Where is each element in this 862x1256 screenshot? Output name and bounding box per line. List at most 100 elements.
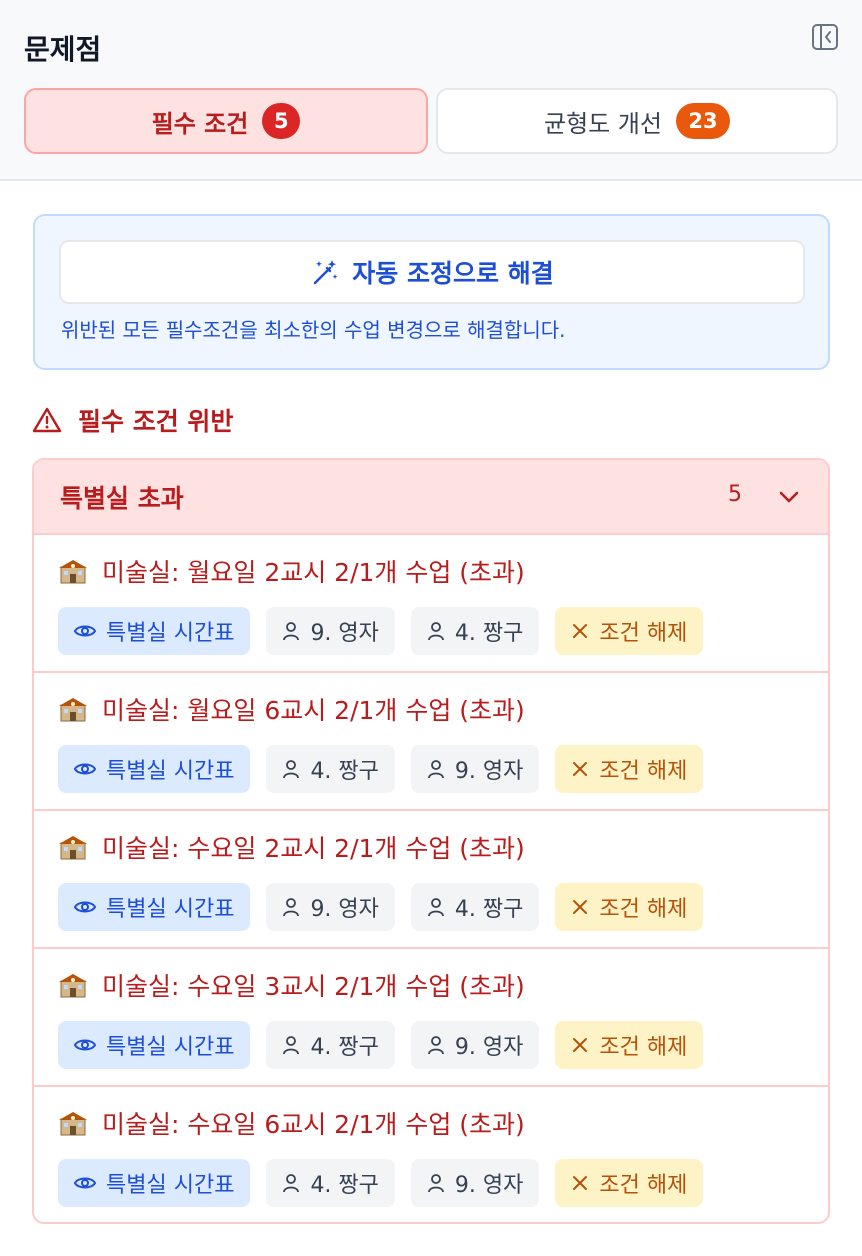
chip-label: 9. 영자 xyxy=(310,897,379,922)
tab-required-conditions[interactable]: 필수 조건 5 xyxy=(24,88,428,154)
view-room-timetable-button[interactable]: 특별실 시간표 xyxy=(58,607,251,655)
eye-icon xyxy=(74,1039,96,1051)
chip-label: 조건 해제 xyxy=(599,621,688,646)
release-condition-button[interactable]: 조건 해제 xyxy=(555,1159,704,1207)
chip-label: 조건 해제 xyxy=(599,759,688,784)
violation-title-text: 미술실: 수요일 6교시 2/1개 수업 (초과) xyxy=(102,1110,525,1139)
violation-group-header[interactable]: 특별실 초과 5 xyxy=(34,460,828,535)
release-condition-button[interactable]: 조건 해제 xyxy=(555,883,704,931)
violation-row: 미술실: 수요일 6교시 2/1개 수업 (초과) 특별실 시간표 4. 짱구 … xyxy=(34,1087,828,1222)
chip-label: 특별실 시간표 xyxy=(106,621,235,646)
collapse-panel-button[interactable] xyxy=(810,22,840,52)
close-icon xyxy=(573,900,588,914)
person-icon xyxy=(428,622,444,641)
chip-label: 9. 영자 xyxy=(454,1173,524,1198)
auto-fix-description: 위반된 모든 필수조건을 최소한의 수업 변경으로 해결합니다. xyxy=(61,318,566,342)
violation-title-text: 미술실: 수요일 2교시 2/1개 수업 (초과) xyxy=(102,834,525,863)
school-building-icon xyxy=(59,560,87,584)
warning-triangle-icon xyxy=(32,407,62,433)
person-icon xyxy=(428,1174,444,1193)
count-badge: 23 xyxy=(676,103,731,139)
chip-label: 4. 짱구 xyxy=(310,1173,379,1198)
teacher-chip[interactable]: 4. 짱구 xyxy=(266,1021,395,1069)
violation-row: 미술실: 월요일 6교시 2/1개 수업 (초과) 특별실 시간표 4. 짱구 … xyxy=(34,673,828,811)
violation-row: 미술실: 수요일 2교시 2/1개 수업 (초과) 특별실 시간표 9. 영자 … xyxy=(34,811,828,949)
violation-title-text: 미술실: 월요일 6교시 2/1개 수업 (초과) xyxy=(102,696,525,725)
violation-actions: 특별실 시간표 4. 짱구 9. 영자 조건 해제 xyxy=(58,1159,704,1207)
auto-fix-label: 자동 조정으로 해결 xyxy=(352,259,554,288)
section-title-label: 필수 조건 위반 xyxy=(78,407,234,436)
violation-title: 미술실: 수요일 2교시 2/1개 수업 (초과) xyxy=(58,829,525,865)
view-room-timetable-button[interactable]: 특별실 시간표 xyxy=(58,745,251,793)
chip-label: 4. 짱구 xyxy=(454,897,524,922)
teacher-chip[interactable]: 9. 영자 xyxy=(410,1159,540,1207)
chip-label: 조건 해제 xyxy=(599,897,688,922)
violation-actions: 특별실 시간표 4. 짱구 9. 영자 조건 해제 xyxy=(58,745,704,793)
chip-label: 4. 짱구 xyxy=(310,759,379,784)
teacher-chip[interactable]: 9. 영자 xyxy=(410,745,540,793)
chip-label: 9. 영자 xyxy=(310,621,379,646)
teacher-chip[interactable]: 4. 짱구 xyxy=(410,607,540,655)
release-condition-button[interactable]: 조건 해제 xyxy=(555,607,704,655)
issues-header: 문제점 필수 조건 5 균형도 개선 23 xyxy=(0,0,862,181)
close-icon xyxy=(573,762,588,776)
close-icon xyxy=(573,624,588,638)
violation-actions: 특별실 시간표 4. 짱구 9. 영자 조건 해제 xyxy=(58,1021,704,1069)
chip-label: 4. 짱구 xyxy=(454,621,524,646)
view-room-timetable-button[interactable]: 특별실 시간표 xyxy=(58,1159,251,1207)
violations-section-title: 필수 조건 위반 xyxy=(32,402,233,438)
school-building-icon xyxy=(59,836,87,860)
chip-label: 9. 영자 xyxy=(454,1035,524,1060)
person-icon xyxy=(428,898,444,917)
view-room-timetable-button[interactable]: 특별실 시간표 xyxy=(58,1021,251,1069)
close-icon xyxy=(573,1038,588,1052)
person-icon xyxy=(428,1036,444,1055)
violation-actions: 특별실 시간표 9. 영자 4. 짱구 조건 해제 xyxy=(58,607,704,655)
violation-title: 미술실: 월요일 6교시 2/1개 수업 (초과) xyxy=(58,691,525,727)
person-icon xyxy=(283,622,300,641)
teacher-chip[interactable]: 4. 짱구 xyxy=(266,1159,395,1207)
close-icon xyxy=(573,1176,588,1190)
chip-label: 특별실 시간표 xyxy=(106,759,235,784)
teacher-chip[interactable]: 9. 영자 xyxy=(410,1021,540,1069)
eye-icon xyxy=(74,901,96,913)
release-condition-button[interactable]: 조건 해제 xyxy=(555,745,704,793)
person-icon xyxy=(428,760,444,779)
teacher-chip[interactable]: 9. 영자 xyxy=(266,883,395,931)
person-icon xyxy=(283,760,300,779)
chip-label: 조건 해제 xyxy=(599,1173,688,1198)
violation-row: 미술실: 월요일 2교시 2/1개 수업 (초과) 특별실 시간표 9. 영자 … xyxy=(34,535,828,673)
chip-label: 특별실 시간표 xyxy=(106,1035,235,1060)
view-room-timetable-button[interactable]: 특별실 시간표 xyxy=(58,883,251,931)
school-building-icon xyxy=(59,974,87,998)
chip-label: 특별실 시간표 xyxy=(106,1173,235,1198)
violation-actions: 특별실 시간표 9. 영자 4. 짱구 조건 해제 xyxy=(58,883,704,931)
panel-title: 문제점 xyxy=(24,33,102,66)
auto-fix-button[interactable]: 자동 조정으로 해결 xyxy=(59,240,805,304)
release-condition-button[interactable]: 조건 해제 xyxy=(555,1021,704,1069)
violation-title: 미술실: 수요일 3교시 2/1개 수업 (초과) xyxy=(58,967,525,1003)
teacher-chip[interactable]: 4. 짱구 xyxy=(410,883,540,931)
person-icon xyxy=(283,1174,300,1193)
teacher-chip[interactable]: 9. 영자 xyxy=(266,607,395,655)
chip-label: 4. 짱구 xyxy=(310,1035,379,1060)
eye-icon xyxy=(74,763,96,775)
school-building-icon xyxy=(59,698,87,722)
count-badge: 5 xyxy=(262,103,301,139)
person-icon xyxy=(283,898,300,917)
school-building-icon xyxy=(59,1112,87,1136)
eye-icon xyxy=(74,625,96,637)
chip-label: 9. 영자 xyxy=(454,759,524,784)
chip-label: 조건 해제 xyxy=(599,1035,688,1060)
violation-title: 미술실: 수요일 6교시 2/1개 수업 (초과) xyxy=(58,1105,525,1141)
chip-label: 특별실 시간표 xyxy=(106,897,235,922)
violation-title-text: 미술실: 월요일 2교시 2/1개 수업 (초과) xyxy=(102,558,525,587)
group-title: 특별실 초과 xyxy=(60,483,184,513)
panel-collapse-icon xyxy=(812,24,838,50)
eye-icon xyxy=(74,1177,96,1189)
teacher-chip[interactable]: 4. 짱구 xyxy=(266,745,395,793)
violation-title-text: 미술실: 수요일 3교시 2/1개 수업 (초과) xyxy=(102,972,525,1001)
tab-balance-improvement[interactable]: 균형도 개선 23 xyxy=(436,88,838,154)
tab-label: 균형도 개선 xyxy=(543,109,663,138)
auto-fix-panel: 자동 조정으로 해결 위반된 모든 필수조건을 최소한의 수업 변경으로 해결합… xyxy=(33,214,830,370)
